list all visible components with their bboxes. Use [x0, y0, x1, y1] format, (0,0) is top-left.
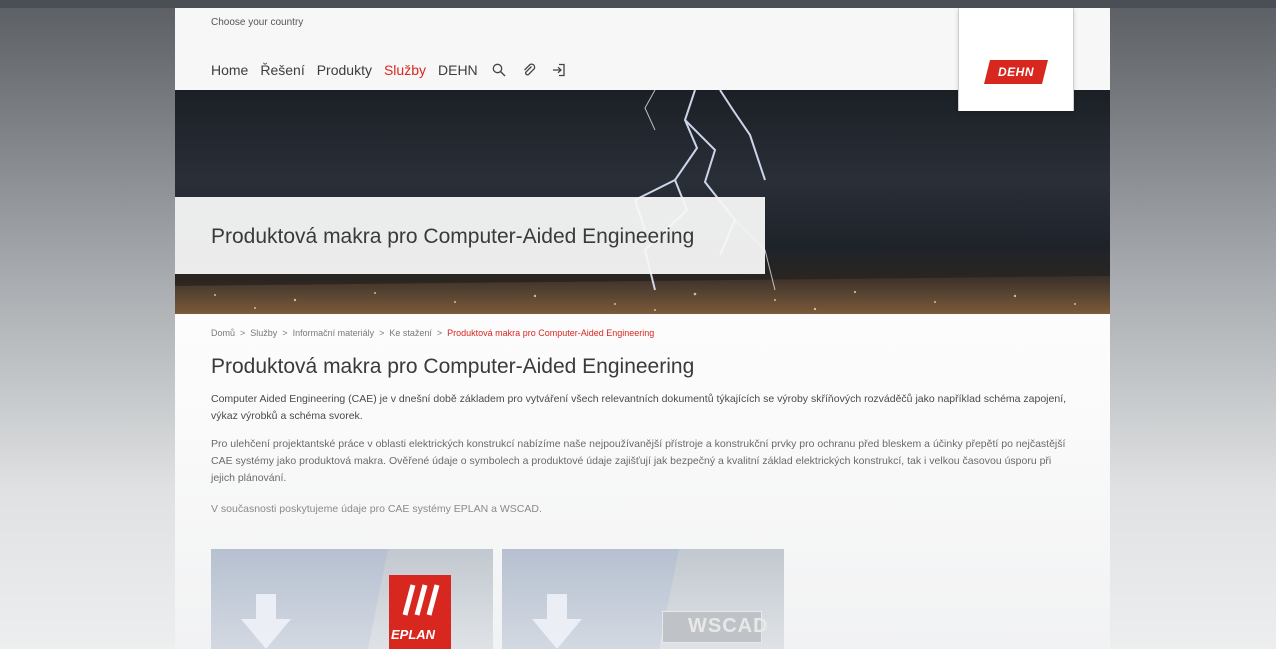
main-nav: Home Řešení Produkty Služby DEHN: [211, 61, 568, 79]
systems-paragraph: V současnosti poskytujeme údaje pro CAE …: [211, 503, 542, 515]
breadcrumb-downloads[interactable]: Ke stažení: [389, 328, 432, 338]
dehn-logo-text: DEHN: [997, 65, 1034, 79]
right-margin: [1110, 8, 1276, 649]
search-icon[interactable]: [490, 61, 508, 79]
breadcrumb-separator: >: [436, 328, 443, 338]
top-strip: [0, 0, 1276, 8]
breadcrumb-info-materials[interactable]: Informační materiály: [293, 328, 375, 338]
wscad-download-tile[interactable]: WSCAD: [502, 549, 784, 649]
page-title: Produktová makra pro Computer-Aided Engi…: [211, 355, 695, 378]
breadcrumb-separator: >: [282, 328, 288, 338]
intro-paragraph: Computer Aided Engineering (CAE) je v dn…: [211, 393, 1067, 422]
nav-services[interactable]: Služby: [384, 62, 426, 78]
nav-solutions[interactable]: Řešení: [260, 62, 304, 78]
breadcrumb-services[interactable]: Služby: [250, 328, 277, 338]
breadcrumb-current: Produktová makra pro Computer-Aided Engi…: [447, 328, 655, 338]
eplan-logo-text: EPLAN: [391, 627, 436, 642]
breadcrumb-home[interactable]: Domů: [211, 328, 235, 338]
country-selector[interactable]: Choose your country: [211, 17, 303, 28]
page: Choose your country Home Řešení Produkty…: [175, 8, 1110, 649]
hero-title: Produktová makra pro Computer-Aided Engi…: [211, 225, 695, 248]
nav-dehn[interactable]: DEHN: [438, 62, 478, 78]
breadcrumb-separator: >: [379, 328, 385, 338]
dehn-logo: DEHN: [984, 60, 1048, 84]
hero-banner: Produktová makra pro Computer-Aided Engi…: [175, 90, 1110, 314]
hero-title-box: Produktová makra pro Computer-Aided Engi…: [175, 197, 765, 274]
logo-card[interactable]: DEHN: [958, 8, 1074, 111]
nav-home[interactable]: Home: [211, 62, 248, 78]
nav-products[interactable]: Produkty: [317, 62, 372, 78]
eplan-download-tile[interactable]: EPLAN: [211, 549, 493, 649]
left-margin: [0, 8, 175, 649]
breadcrumb: Domů > Služby > Informační materiály > K…: [211, 328, 654, 338]
download-arrow-icon: [532, 594, 582, 649]
paperclip-icon[interactable]: [520, 61, 538, 79]
description-paragraph: Pro ulehčení projektantské práce v oblas…: [211, 438, 1066, 484]
download-arrow-icon: [241, 594, 291, 649]
login-icon[interactable]: [550, 61, 568, 79]
breadcrumb-separator: >: [240, 328, 246, 338]
wscad-logo-text: WSCAD: [688, 615, 769, 637]
